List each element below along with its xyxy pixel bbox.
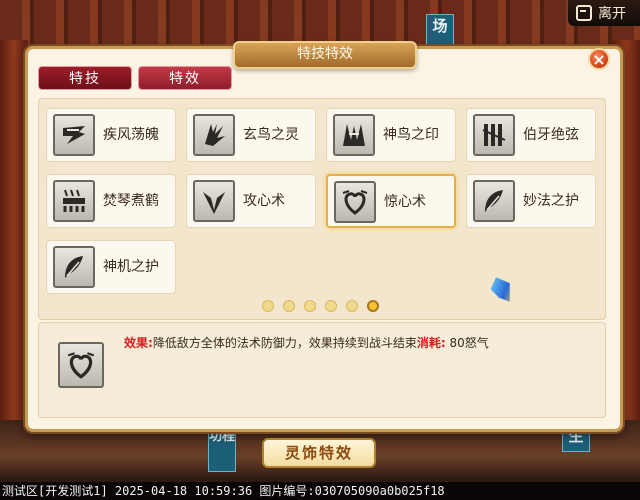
- background-banner-top: 场: [426, 14, 454, 46]
- skill-item[interactable]: 攻心术: [186, 174, 316, 228]
- skill-item[interactable]: 疾风荡魄: [46, 108, 176, 162]
- ornament-effect-button[interactable]: 灵饰特效: [262, 438, 376, 468]
- page-dot[interactable]: [283, 300, 295, 312]
- close-icon: ×: [592, 49, 606, 69]
- background-banner-bottom-left: 功程: [208, 426, 236, 472]
- skill-item[interactable]: 玄鸟之灵: [186, 108, 316, 162]
- skill-item[interactable]: 伯牙绝弦: [466, 108, 596, 162]
- startle-heart-icon: [334, 181, 376, 223]
- skill-item[interactable]: 神机之护: [46, 240, 176, 294]
- divine-bird-seal-icon: [333, 114, 375, 156]
- skill-name: 玄鸟之灵: [243, 127, 299, 143]
- skill-name: 攻心术: [243, 193, 285, 209]
- effect-label: 效果:: [124, 336, 153, 350]
- page-indicator: [262, 300, 379, 312]
- background-pillar-left: [0, 40, 28, 460]
- skill-name: 妙法之护: [523, 193, 579, 209]
- effect-text: 效果:降低敌方全体的法术防御力，效果持续到战斗结束消耗: 80怒气: [124, 334, 489, 351]
- wind-rune-icon: [53, 114, 95, 156]
- skill-item[interactable]: 妙法之护: [466, 174, 596, 228]
- close-button[interactable]: ×: [588, 48, 610, 70]
- bird-spirit-icon: [193, 114, 235, 156]
- startle-heart-icon: [58, 342, 104, 388]
- panel-title: 特技特效: [233, 41, 417, 69]
- exit-icon: [576, 5, 592, 21]
- skill-name: 惊心术: [384, 194, 426, 210]
- attack-heart-icon: [193, 180, 235, 222]
- page-dot[interactable]: [262, 300, 274, 312]
- cost-label: 消耗:: [416, 336, 446, 350]
- skill-item-selected[interactable]: 惊心术: [326, 174, 456, 228]
- tab-effects[interactable]: 特效: [138, 66, 232, 90]
- skill-name: 焚琴煮鹤: [103, 193, 159, 209]
- feather-shield-icon: [473, 180, 515, 222]
- feather-shield-icon: [53, 246, 95, 288]
- page-dot[interactable]: [346, 300, 358, 312]
- leave-button-label: 离开: [598, 6, 626, 22]
- skill-name: 神机之护: [103, 259, 159, 275]
- skill-item[interactable]: 焚琴煮鹤: [46, 174, 176, 228]
- cost-value: 80怒气: [449, 336, 489, 350]
- leave-button[interactable]: 离开: [568, 0, 640, 26]
- tab-skills[interactable]: 特技: [38, 66, 132, 90]
- effect-description: 降低敌方全体的法术防御力，效果持续到战斗结束: [152, 336, 417, 350]
- page-dot[interactable]: [304, 300, 316, 312]
- string-rune-icon: [473, 114, 515, 156]
- skill-name: 神鸟之印: [383, 127, 439, 143]
- burning-qin-icon: [53, 180, 95, 222]
- page-dot[interactable]: [325, 300, 337, 312]
- skill-name: 疾风荡魄: [103, 127, 159, 143]
- status-bar: 测试区[开发测试1] 2025-04-18 10:59:36 图片编号:0307…: [0, 482, 640, 500]
- tab-bar: 特技 特效: [38, 66, 232, 90]
- skill-item[interactable]: 神鸟之印: [326, 108, 456, 162]
- page-dot-active[interactable]: [367, 300, 379, 312]
- skill-name: 伯牙绝弦: [523, 127, 579, 143]
